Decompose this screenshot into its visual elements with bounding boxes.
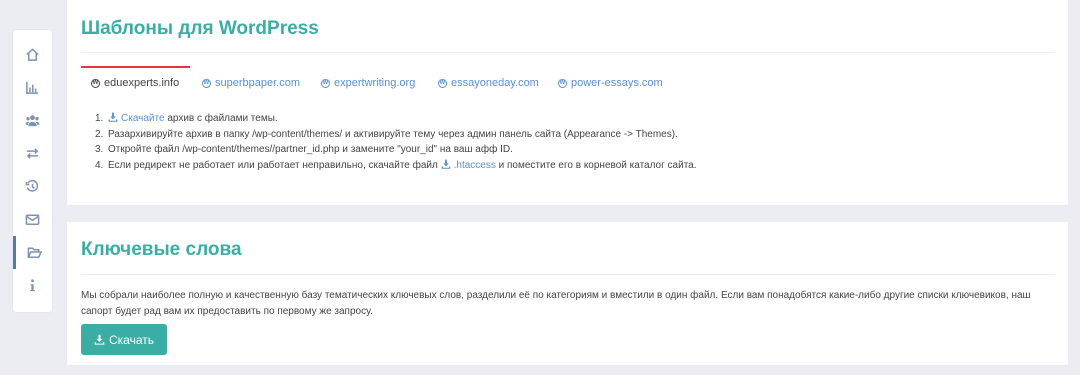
sidebar-item-info[interactable] xyxy=(13,269,52,302)
divider xyxy=(81,52,1054,53)
tab-essayoneday[interactable]: W essayoneday.com xyxy=(438,66,539,100)
history-icon xyxy=(25,179,39,192)
wordpress-icon: W xyxy=(202,78,211,88)
exchange-icon xyxy=(26,148,39,159)
divider xyxy=(81,274,1054,275)
envelope-icon xyxy=(25,214,40,225)
keywords-description: Мы собрали наиболее полную и качественну… xyxy=(81,290,1031,317)
sidebar-item-messages[interactable] xyxy=(13,203,52,236)
users-icon xyxy=(25,115,40,127)
tab-power-essays[interactable]: W power-essays.com xyxy=(558,66,663,100)
install-steps: 1. Скачайте архив с файлами темы. 2. Разар… xyxy=(95,111,697,173)
list-item: 2. Разархивируйте архив в папку /wp-conte… xyxy=(95,128,678,140)
panel-title: Ключевые слова xyxy=(81,239,242,260)
keywords-panel: Ключевые слова Мы собрали наиболее полну… xyxy=(67,222,1068,365)
download-htaccess-link[interactable]: .htaccess xyxy=(441,159,496,171)
tab-expertwriting[interactable]: W expertwriting.org xyxy=(321,66,415,100)
wordpress-icon: W xyxy=(438,78,447,88)
home-icon xyxy=(26,48,39,61)
tab-eduexperts[interactable]: W eduexperts.info xyxy=(91,66,179,100)
folder-open-icon xyxy=(26,247,42,258)
sidebar-item-exchange[interactable] xyxy=(13,137,52,170)
list-item: 4. Если редирект не работает или работает… xyxy=(95,159,697,171)
wordpress-templates-panel: Шаблоны для WordPress W eduexperts.info … xyxy=(67,0,1068,205)
tab-superbpaper[interactable]: W superbpaper.com xyxy=(202,66,300,100)
panel-title: Шаблоны для WordPress xyxy=(81,18,319,39)
wordpress-icon: W xyxy=(321,78,330,88)
download-icon xyxy=(108,112,118,122)
download-icon xyxy=(441,159,450,169)
download-theme-link[interactable]: Скачайте xyxy=(108,112,165,124)
bar-chart-icon xyxy=(26,81,39,94)
wordpress-icon: W xyxy=(558,78,567,88)
sidebar xyxy=(13,30,52,312)
list-item: 3. Откройте файл /wp-content/themes//part… xyxy=(95,144,513,155)
download-keywords-button[interactable]: Скачать xyxy=(81,324,167,355)
info-icon xyxy=(30,279,35,292)
list-item: 1. Скачайте архив с файлами темы. xyxy=(95,112,278,124)
sidebar-item-history[interactable] xyxy=(13,170,52,203)
wordpress-icon: W xyxy=(91,78,100,88)
sidebar-item-users[interactable] xyxy=(13,104,52,137)
sidebar-item-stats[interactable] xyxy=(13,71,52,104)
download-icon xyxy=(94,334,105,345)
sidebar-item-files[interactable] xyxy=(13,236,52,269)
sidebar-item-home[interactable] xyxy=(13,38,52,71)
